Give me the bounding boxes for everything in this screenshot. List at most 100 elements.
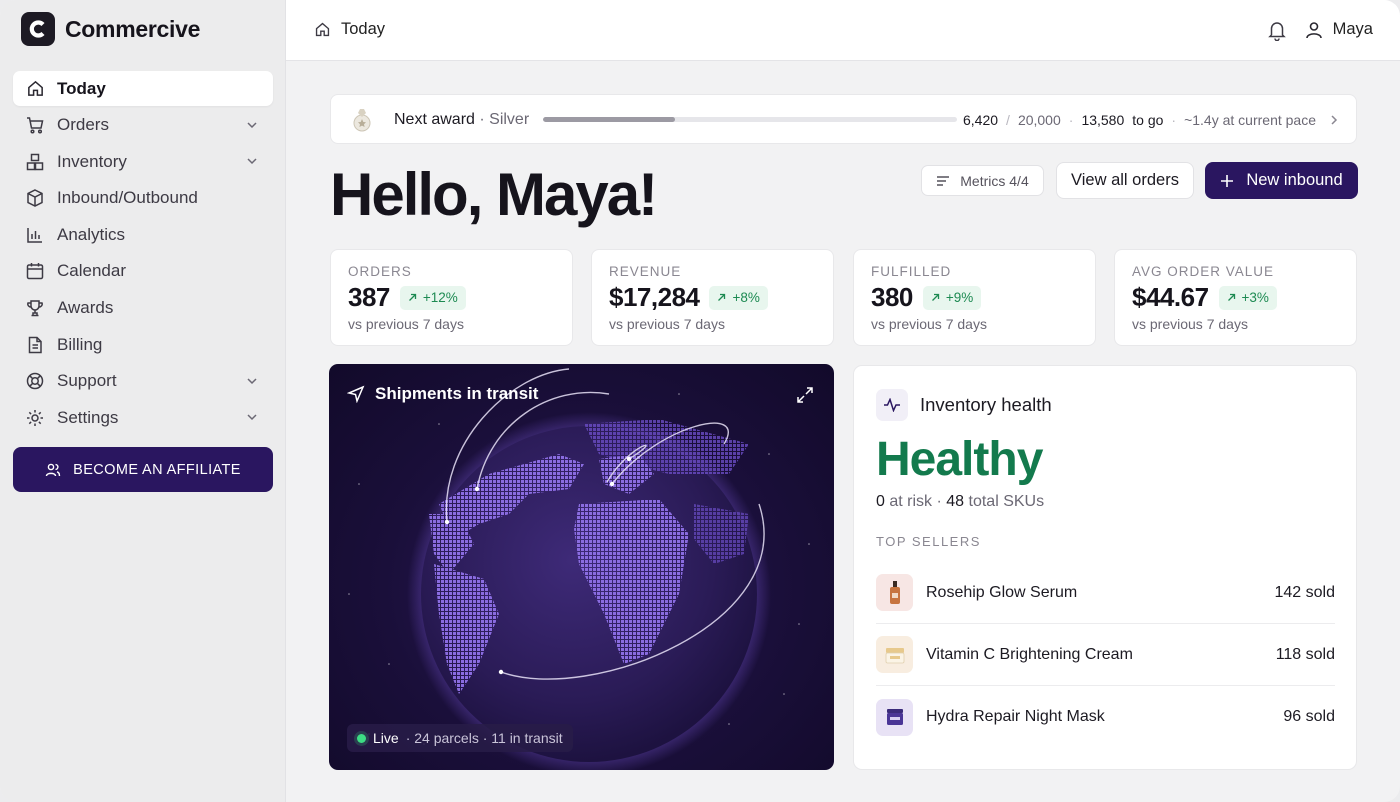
chevron-down-icon[interactable] [245, 410, 259, 424]
gear-icon [25, 408, 45, 428]
chevron-down-icon[interactable] [245, 154, 259, 168]
seller-sold: 96 sold [1283, 708, 1335, 725]
stat-label: FULFILLED [871, 264, 952, 279]
sidebar-item-label: Billing [57, 334, 103, 354]
top-sellers-label: TOP SELLERS [876, 534, 981, 549]
sidebar-item-label: Calendar [57, 261, 126, 281]
app-frame: Commercive Today Orders Inventory Inboun… [0, 0, 1400, 802]
seller-name: Rosehip Glow Serum [926, 583, 1078, 601]
sidebar-item-billing[interactable]: Billing [13, 327, 273, 362]
sidebar-item-inventory[interactable]: Inventory [13, 144, 273, 179]
become-affiliate-button[interactable]: BECOME AN AFFILIATE [13, 447, 273, 492]
stat-card-orders[interactable]: ORDERS 387 +12% vs previous 7 days [330, 249, 573, 346]
sidebar-item-support[interactable]: Support [13, 364, 273, 399]
list-item[interactable]: Rosehip Glow Serum 142 sold [876, 562, 1335, 624]
stat-sub: vs previous 7 days [871, 316, 987, 332]
change-value: +8% [732, 290, 760, 305]
stat-label: AVG ORDER VALUE [1132, 264, 1275, 279]
sidebar-item-settings[interactable]: Settings [13, 400, 273, 435]
breadcrumb-label: Today [341, 20, 386, 38]
sidebar-item-inbound-outbound[interactable]: Inbound/Outbound [13, 181, 273, 216]
sidebar-item-label: Inventory [57, 151, 127, 171]
next-award-bar[interactable]: Next award · Silver 6,420 / 20,000 · 13,… [330, 94, 1357, 144]
sidebar-item-calendar[interactable]: Calendar [13, 254, 273, 289]
award-pace: ~1.4y at current pace [1184, 112, 1316, 128]
arrow-up-right-icon [1227, 293, 1235, 301]
plus-icon [1221, 174, 1234, 187]
inventory-title: Inventory health [920, 394, 1052, 415]
chevron-down-icon[interactable] [245, 374, 259, 388]
total-skus: 48 [946, 493, 965, 510]
lifebuoy-icon [25, 371, 45, 391]
bell-icon[interactable] [1267, 19, 1287, 41]
award-dot: · [1171, 112, 1177, 128]
sidebar-item-orders[interactable]: Orders [13, 108, 273, 143]
chevron-right-icon[interactable] [1328, 113, 1340, 127]
sidebar-item-label: Inbound/Outbound [57, 188, 198, 208]
shipments-globe-card[interactable]: Shipments in transit Live · 24 parcels ·… [329, 364, 834, 770]
award-stats: 6,420 / 20,000 · 13,580 to go · ~1.4y at… [963, 112, 1316, 128]
sidebar-item-today[interactable]: Today [13, 71, 273, 106]
seller-name: Vitamin C Brightening Cream [926, 645, 1133, 663]
change-value: +3% [1241, 290, 1269, 305]
arrow-up-right-icon [931, 293, 940, 301]
view-all-orders-button[interactable]: View all orders [1056, 162, 1194, 199]
top-sellers-list: Rosehip Glow Serum 142 sold Vitamin C Br… [876, 562, 1335, 748]
boxes-icon [25, 152, 45, 172]
user-menu[interactable]: Maya [1305, 20, 1373, 39]
at-risk-label: at risk · [889, 493, 942, 510]
stat-value: 387 [348, 282, 390, 312]
live-detail: · 24 parcels · 11 in transit [405, 730, 563, 746]
inventory-status: Healthy [876, 433, 1043, 486]
seller-sold: 118 sold [1275, 645, 1335, 663]
award-progress-track [543, 117, 957, 122]
cream-jar-icon [876, 636, 913, 673]
expand-icon[interactable] [794, 384, 816, 406]
live-status: Live · 24 parcels · 11 in transit [347, 724, 573, 752]
sidebar-item-analytics[interactable]: Analytics [13, 217, 273, 252]
award-to-go: to go [1132, 112, 1164, 128]
stat-card-fulfilled[interactable]: FULFILLED 380 +9% vs previous 7 days [853, 249, 1096, 346]
stat-card-revenue[interactable]: REVENUE $17,284 +8% vs previous 7 days [591, 249, 834, 346]
arrow-up-right-icon [408, 293, 417, 301]
live-label: Live [373, 730, 399, 746]
award-progress-fill [543, 117, 676, 122]
filter-lines-icon [937, 175, 950, 186]
chevron-down-icon[interactable] [245, 118, 259, 132]
sidebar-item-label: Settings [57, 407, 119, 427]
change-value: +12% [422, 290, 458, 305]
seller-sold: 142 sold [1274, 583, 1336, 601]
change-badge: +3% [1218, 285, 1277, 310]
change-badge: +8% [709, 285, 768, 310]
award-target: 20,000 [1017, 112, 1061, 128]
new-inbound-button[interactable]: New inbound [1205, 162, 1358, 199]
users-icon [45, 463, 61, 476]
new-inbound-label: New inbound [1246, 171, 1343, 189]
breadcrumb[interactable]: Today [314, 20, 385, 39]
brand[interactable]: Commercive [21, 12, 200, 46]
stat-card-avg-order-value[interactable]: AVG ORDER VALUE $44.67 +3% vs previous 7… [1114, 249, 1357, 346]
award-dot: · [1068, 112, 1074, 128]
sidebar-item-label: Awards [57, 298, 114, 318]
cart-icon [25, 115, 45, 135]
user-icon [1305, 21, 1322, 38]
sidebar-item-awards[interactable]: Awards [13, 291, 273, 326]
metrics-button[interactable]: Metrics 4/4 [921, 165, 1044, 196]
trophy-icon [25, 298, 45, 318]
list-item[interactable]: Hydra Repair Night Mask 96 sold [876, 686, 1335, 748]
sidebar-item-label: Today [57, 78, 106, 98]
stat-value: $44.67 [1132, 282, 1209, 312]
award-tier: · Silver [479, 111, 530, 128]
stat-value: 380 [871, 282, 913, 312]
list-item[interactable]: Vitamin C Brightening Cream 118 sold [876, 624, 1335, 686]
inventory-health-card[interactable]: Inventory health Healthy 0 at risk · 48 … [853, 365, 1357, 770]
award-separator: / [1006, 112, 1010, 128]
package-icon [25, 188, 45, 208]
affiliate-label: BECOME AN AFFILIATE [73, 461, 241, 478]
shipments-title-text: Shipments in transit [375, 384, 539, 403]
document-icon [25, 335, 45, 355]
award-label: Next award · Silver [394, 111, 529, 129]
commercive-logo-icon [21, 12, 55, 46]
stat-sub: vs previous 7 days [348, 316, 464, 332]
home-icon [315, 22, 330, 37]
